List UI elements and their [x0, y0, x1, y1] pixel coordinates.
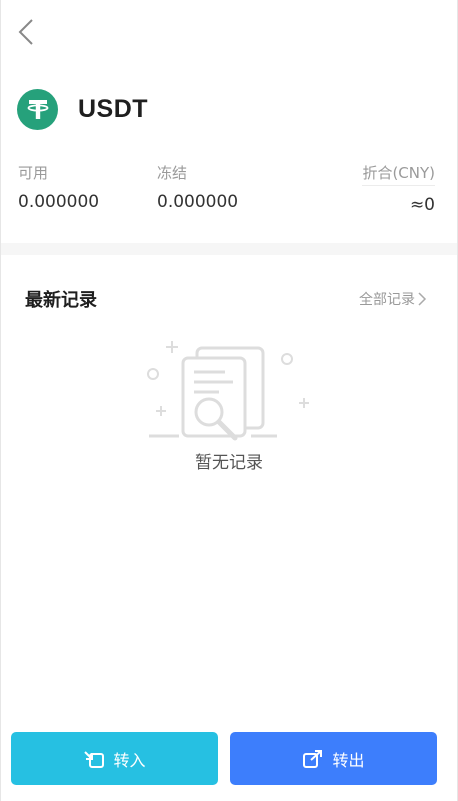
records-header: 最新记录 全部记录	[25, 286, 427, 312]
available-value: 0.000000	[18, 192, 100, 212]
stat-available: 可用 0.000000	[18, 163, 99, 213]
available-label: 可用	[18, 164, 49, 182]
empty-state: 暂无记录	[1, 338, 457, 478]
stat-frozen: 冻结 0.000000	[157, 163, 238, 213]
chevron-right-icon	[418, 292, 427, 306]
tether-icon	[27, 100, 48, 119]
coin-header: USDT	[17, 88, 148, 130]
transfer-out-label: 转出	[332, 750, 365, 770]
transfer-out-button[interactable]: 转出	[230, 732, 437, 785]
action-bar: 转入 转出	[11, 732, 437, 785]
stat-converted: 折合(CNY) ≈0	[362, 163, 435, 216]
view-all-records-link[interactable]: 全部记录	[359, 289, 427, 309]
frozen-value: 0.000000	[157, 192, 239, 212]
transfer-in-label: 转入	[113, 750, 146, 770]
coin-name: USDT	[78, 94, 149, 123]
frozen-label: 冻结	[157, 164, 188, 182]
balance-stats: 可用 0.000000 冻结 0.000000 折合(CNY) ≈0	[18, 163, 435, 215]
converted-value: ≈0	[409, 195, 435, 215]
empty-records-icon	[147, 341, 309, 441]
section-divider	[1, 243, 457, 255]
converted-label: 折合(CNY)	[362, 163, 435, 186]
transfer-out-icon	[302, 749, 324, 769]
wallet-detail-page: USDT 可用 0.000000 冻结 0.000000 折合(CNY) ≈0 …	[0, 0, 458, 801]
empty-records-text: 暂无记录	[195, 453, 263, 473]
transfer-in-icon	[83, 749, 105, 769]
back-button[interactable]	[13, 16, 39, 48]
chevron-left-icon	[18, 19, 33, 45]
view-all-label: 全部记录	[359, 292, 415, 308]
transfer-in-button[interactable]: 转入	[11, 732, 218, 785]
coin-logo	[17, 88, 58, 130]
records-title: 最新记录	[25, 290, 97, 311]
